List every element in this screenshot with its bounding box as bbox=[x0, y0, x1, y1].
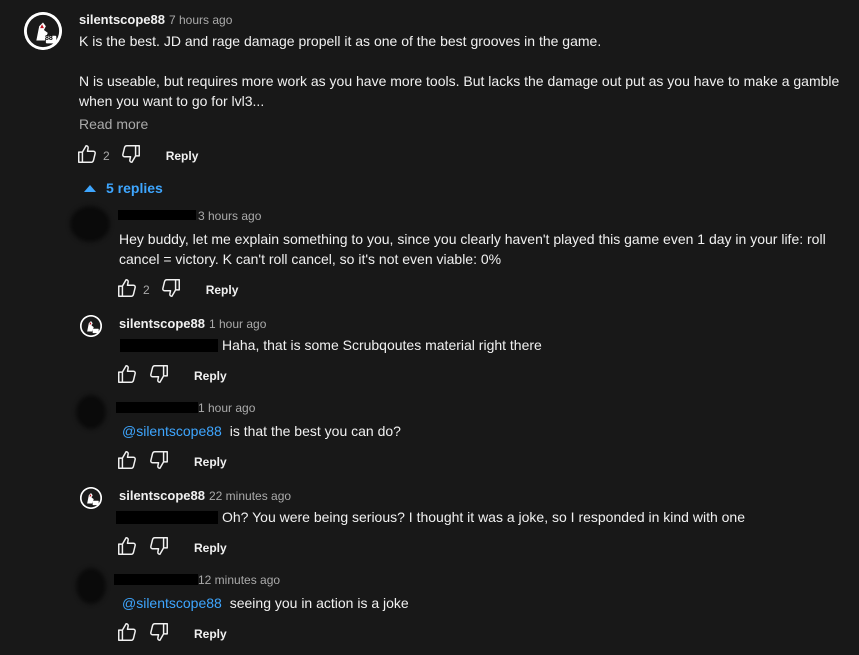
reply-actions: Reply bbox=[116, 364, 227, 388]
avatar[interactable] bbox=[80, 315, 102, 337]
reply-time[interactable]: 12 minutes ago bbox=[198, 573, 280, 587]
reply-header: silentscope88 22 minutes ago bbox=[119, 487, 291, 505]
thumbs-up-icon[interactable] bbox=[116, 621, 138, 648]
reply-text: @silentscope88 is that the best you can … bbox=[122, 421, 401, 441]
comment-paragraph-2-line-2: when you want to go for lvl3... bbox=[79, 93, 265, 109]
thumbs-down-icon[interactable] bbox=[160, 277, 182, 304]
thumbs-up-icon[interactable] bbox=[116, 535, 138, 562]
reply-time[interactable]: 1 hour ago bbox=[198, 401, 255, 415]
reply-text-body: seeing you in action is a joke bbox=[229, 595, 409, 611]
mention-link[interactable]: @silentscope88 bbox=[122, 595, 222, 611]
read-more-link[interactable]: Read more bbox=[79, 116, 148, 132]
thumbs-up-icon[interactable] bbox=[116, 363, 138, 390]
author-redacted bbox=[116, 402, 198, 413]
reply-text: Haha, that is some Scrubqoutes material … bbox=[222, 337, 542, 353]
thumbs-up-icon[interactable] bbox=[76, 143, 98, 170]
reply-button[interactable]: Reply bbox=[194, 455, 227, 469]
avatar[interactable] bbox=[70, 206, 110, 242]
comment-header: silentscope88 7 hours ago bbox=[79, 11, 232, 29]
reply-button[interactable]: Reply bbox=[166, 149, 199, 163]
mention-redacted bbox=[116, 511, 218, 524]
thumbs-down-icon[interactable] bbox=[120, 143, 142, 170]
comment-paragraph-1: K is the best. JD and rage damage propel… bbox=[79, 33, 602, 49]
caret-up-icon bbox=[84, 184, 96, 192]
reply-button[interactable]: Reply bbox=[206, 283, 239, 297]
thumbs-up-icon[interactable] bbox=[116, 277, 138, 304]
reply-text-line-2: cancel = victory. K can't roll cancel, s… bbox=[119, 251, 502, 267]
avatar-badge: 88 bbox=[45, 35, 53, 42]
reply-actions: 2 Reply bbox=[116, 278, 238, 302]
thumbs-up-icon[interactable] bbox=[116, 449, 138, 476]
thumbs-down-icon[interactable] bbox=[148, 363, 170, 390]
like-count: 2 bbox=[103, 149, 110, 163]
reply-actions: Reply bbox=[116, 536, 227, 560]
avatar[interactable] bbox=[80, 487, 102, 509]
reply-actions: Reply bbox=[116, 450, 227, 474]
thumbs-down-icon[interactable] bbox=[148, 449, 170, 476]
comment-author[interactable]: silentscope88 bbox=[79, 12, 165, 27]
comment-actions: 2 Reply bbox=[76, 144, 198, 168]
avatar[interactable]: 88 bbox=[24, 12, 62, 50]
thumbs-down-icon[interactable] bbox=[148, 535, 170, 562]
reply-author[interactable]: silentscope88 bbox=[119, 488, 205, 503]
reply-actions: Reply bbox=[116, 622, 227, 646]
author-redacted bbox=[114, 574, 198, 585]
comment-paragraph-2-line-1: N is useable, but requires more work as … bbox=[79, 73, 840, 89]
thumbs-down-icon[interactable] bbox=[148, 621, 170, 648]
reply-time[interactable]: 3 hours ago bbox=[198, 209, 261, 223]
reply-button[interactable]: Reply bbox=[194, 369, 227, 383]
comment-time[interactable]: 7 hours ago bbox=[169, 13, 232, 27]
like-count: 2 bbox=[143, 283, 150, 297]
author-redacted bbox=[118, 210, 196, 220]
reply-text-line-1: Hey buddy, let me explain something to y… bbox=[119, 231, 826, 247]
replies-toggle-label: 5 replies bbox=[106, 180, 163, 196]
reply-time[interactable]: 22 minutes ago bbox=[209, 489, 291, 503]
reply-header: silentscope88 1 hour ago bbox=[119, 315, 266, 333]
reply-text-body: is that the best you can do? bbox=[229, 423, 401, 439]
replies-toggle-button[interactable]: 5 replies bbox=[84, 180, 163, 196]
reply-time[interactable]: 1 hour ago bbox=[209, 317, 266, 331]
avatar[interactable] bbox=[76, 568, 106, 604]
avatar[interactable] bbox=[76, 395, 106, 429]
reply-text: Oh? You were being serious? I thought it… bbox=[222, 509, 746, 525]
reply-author[interactable]: silentscope88 bbox=[119, 316, 205, 331]
mention-redacted bbox=[120, 339, 218, 352]
reply-button[interactable]: Reply bbox=[194, 541, 227, 555]
reply-button[interactable]: Reply bbox=[194, 627, 227, 641]
mention-link[interactable]: @silentscope88 bbox=[122, 423, 222, 439]
reply-text: @silentscope88 seeing you in action is a… bbox=[122, 593, 409, 613]
